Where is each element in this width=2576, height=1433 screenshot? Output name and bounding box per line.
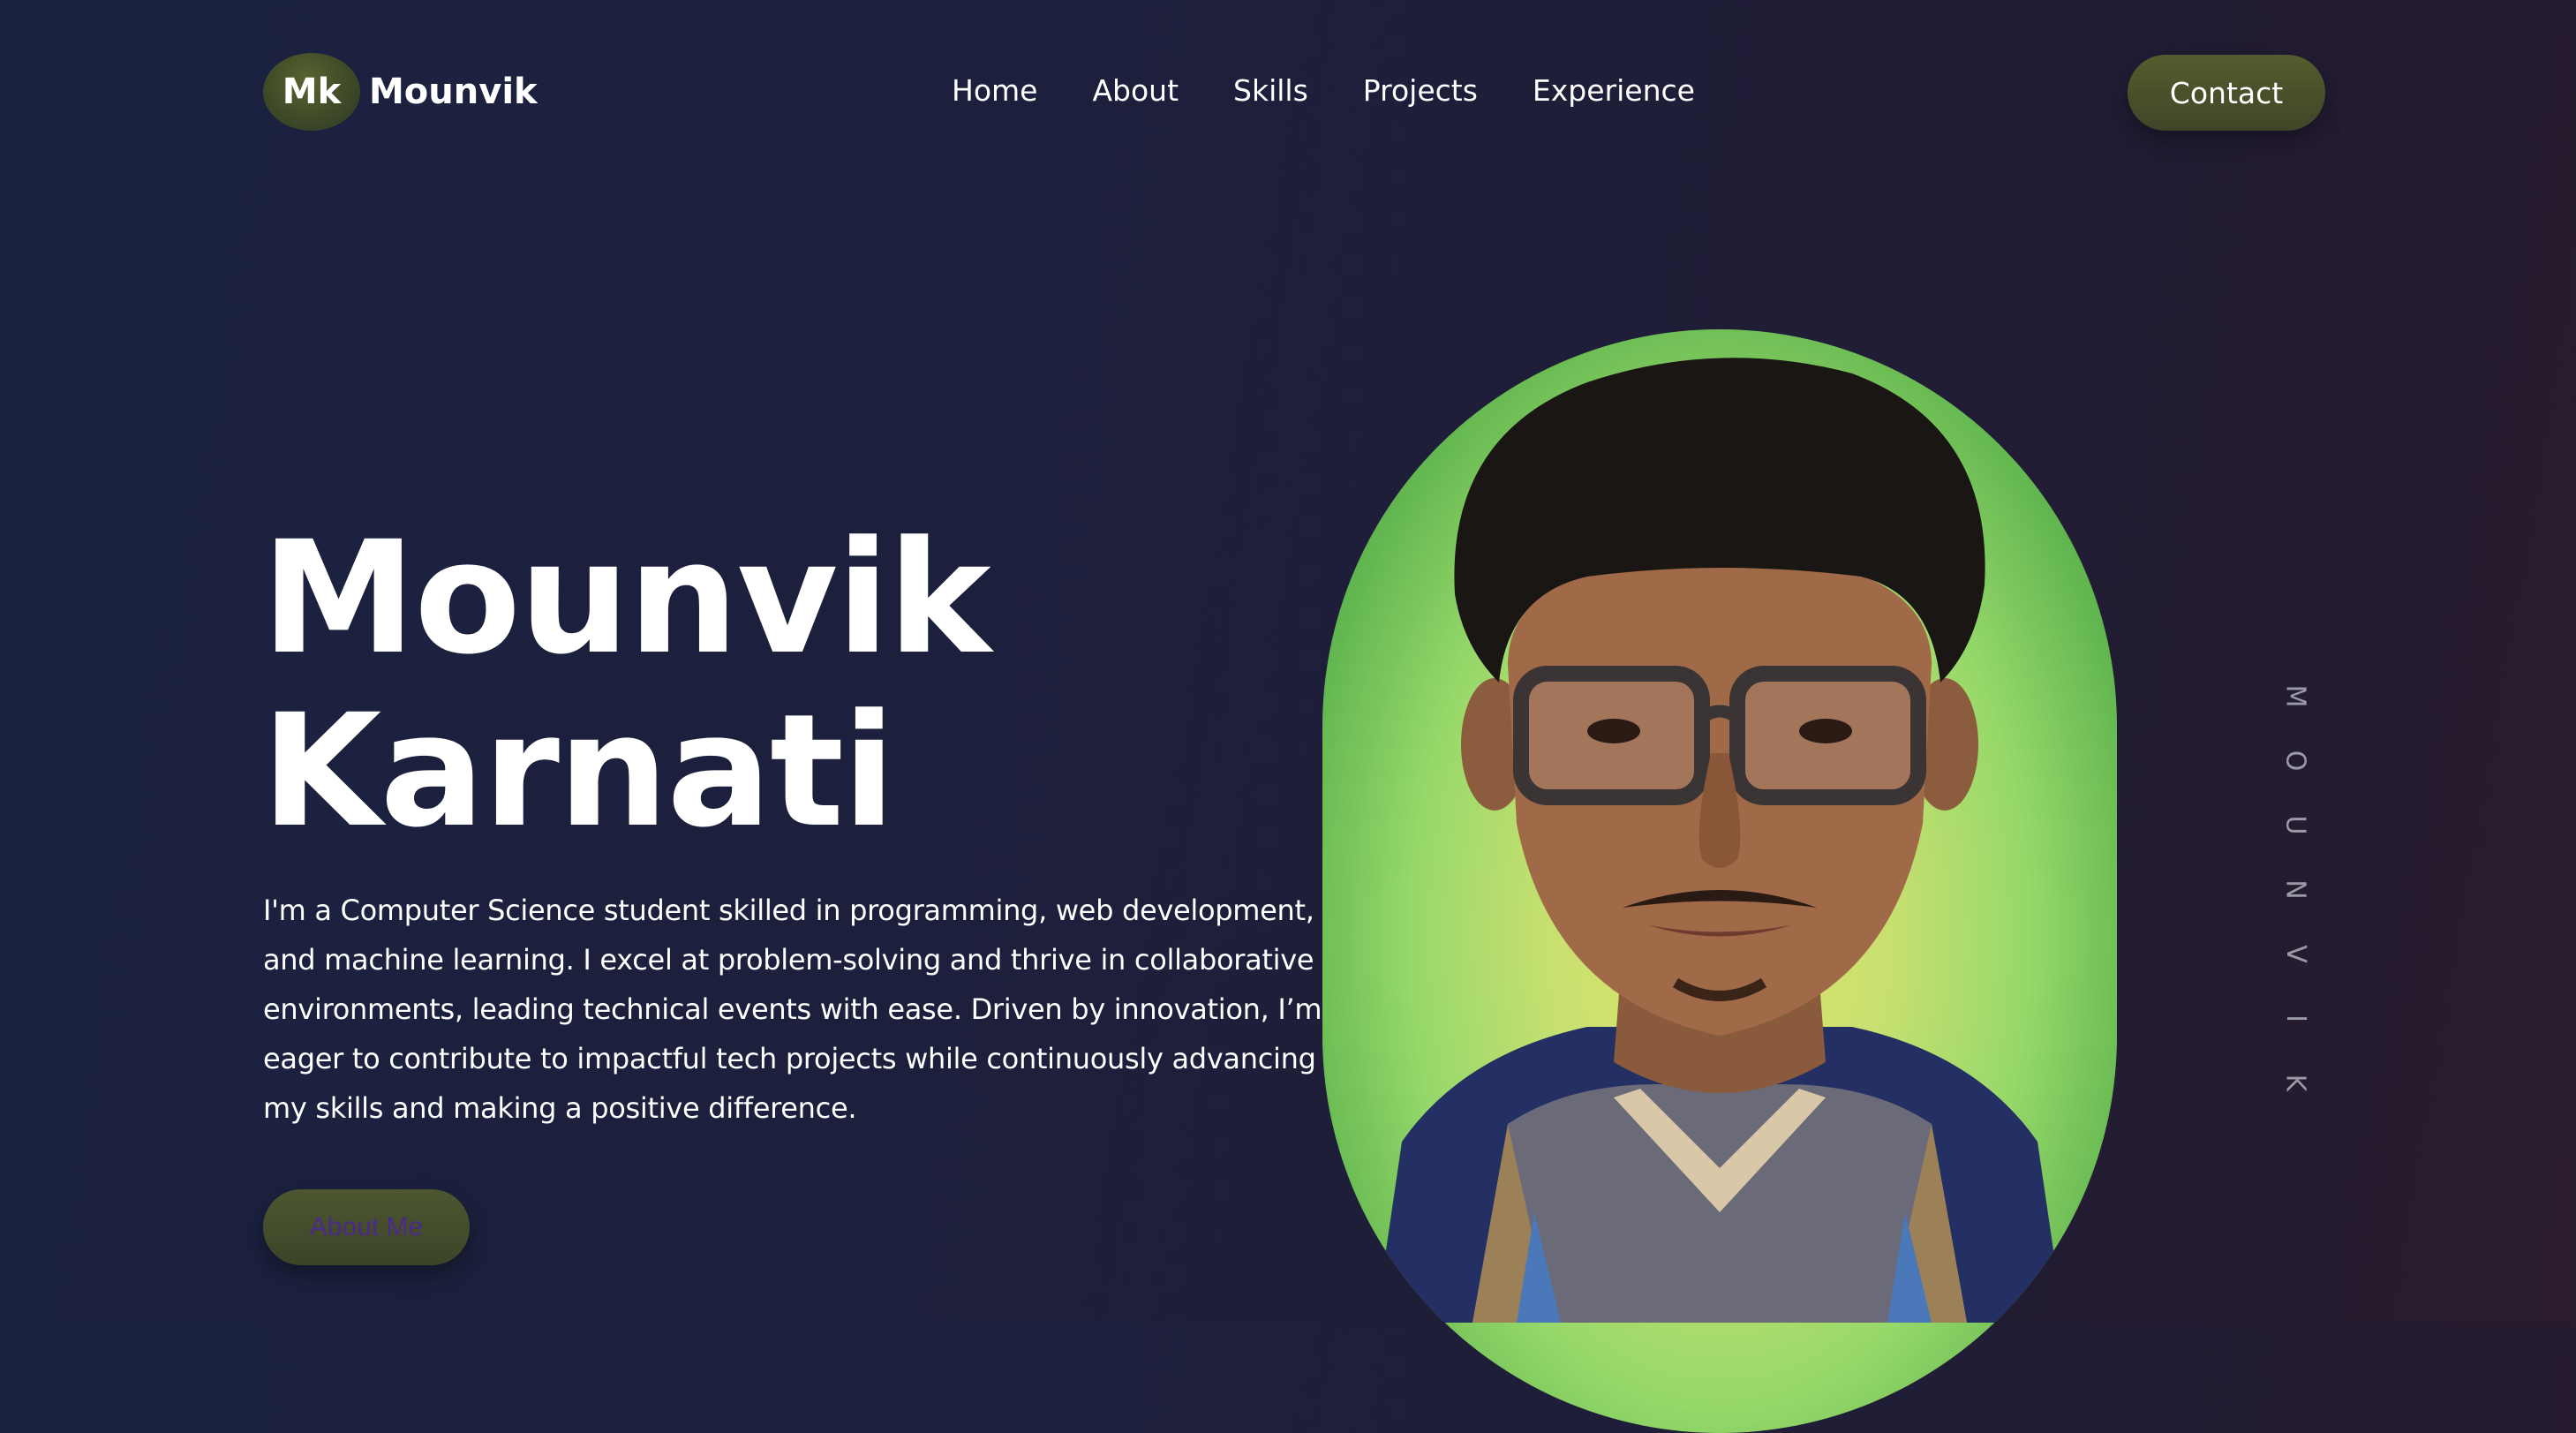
nav-experience[interactable]: Experience [1533, 69, 1695, 113]
nav-home[interactable]: Home [952, 69, 1037, 113]
vertical-letter: N [2279, 879, 2311, 900]
vertical-letter: V [2279, 945, 2311, 963]
about-me-button[interactable]: About Me [263, 1189, 470, 1265]
vertical-letter: O [2279, 750, 2311, 772]
portrait-illustration [1375, 358, 2064, 1323]
vertical-letter: K [2279, 1074, 2311, 1092]
hero-last-name: Karnati [261, 681, 895, 862]
nav-skills[interactable]: Skills [1233, 69, 1308, 113]
contact-button[interactable]: Contact [2128, 55, 2325, 131]
logo-badge[interactable]: Mk [263, 53, 360, 131]
hero-name: Mounvik Karnati [261, 508, 991, 862]
vertical-letter: I [2279, 1014, 2311, 1022]
nav-projects[interactable]: Projects [1363, 69, 1478, 113]
hero-description: I'm a Computer Science student skilled i… [263, 894, 1322, 1125]
logo-name[interactable]: Mounvik [369, 72, 538, 112]
profile-photo [1322, 329, 2117, 1433]
nav-about[interactable]: About [1092, 69, 1179, 113]
vertical-name-text: M O U N V I K [2278, 664, 2313, 1115]
vertical-letter: M [2279, 684, 2311, 708]
hero-first-name: Mounvik [261, 508, 991, 689]
logo[interactable]: Mk Mounvik [263, 53, 538, 131]
vertical-letter: U [2279, 815, 2311, 835]
main-nav: Home About Skills Projects Experience [952, 69, 1695, 113]
